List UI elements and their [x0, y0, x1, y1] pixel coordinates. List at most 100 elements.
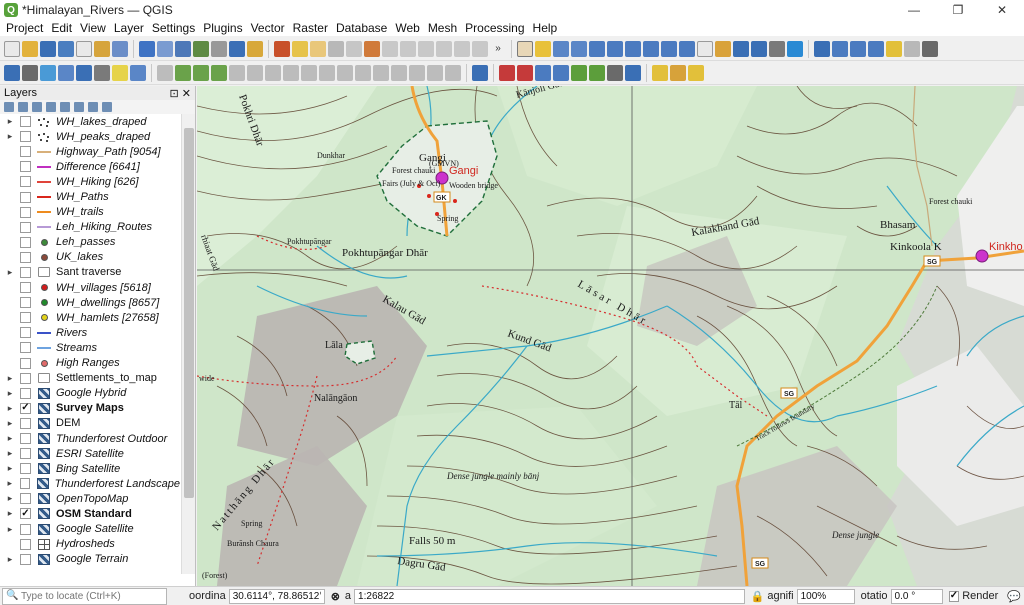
layer-visibility-checkbox[interactable] [20, 282, 31, 294]
layer-visibility-checkbox[interactable] [20, 493, 31, 505]
save-as-icon[interactable] [58, 40, 74, 57]
layer-visibility-checkbox[interactable] [20, 463, 31, 475]
zoom-selection-icon[interactable] [607, 40, 623, 57]
vertex-tool-icon[interactable] [364, 40, 380, 57]
new-print-layout-icon[interactable] [76, 40, 92, 57]
plugin-d-icon[interactable] [553, 64, 569, 81]
scale-field[interactable] [354, 588, 745, 604]
manage-themes-icon[interactable] [32, 102, 42, 112]
identify-move-icon[interactable] [157, 40, 173, 57]
layer-tree-scrollbar[interactable] [181, 114, 195, 574]
layer-row[interactable]: Streams [0, 340, 180, 355]
identify-features-icon[interactable] [4, 64, 20, 81]
add-polygon-icon[interactable] [211, 64, 227, 81]
menu-raster[interactable]: Raster [293, 21, 328, 35]
preview-pinned-icon[interactable] [868, 40, 884, 57]
layer-visibility-checkbox[interactable] [20, 387, 31, 399]
plugin-a-icon[interactable] [499, 64, 515, 81]
layer-visibility-checkbox[interactable] [20, 176, 31, 188]
open-layer-styling-icon[interactable] [4, 102, 14, 112]
open-project-icon[interactable] [22, 40, 38, 57]
filter-expression-icon[interactable] [60, 102, 70, 112]
layer-visibility-checkbox[interactable] [20, 312, 31, 324]
layer-visibility-checkbox[interactable] [20, 372, 31, 384]
more-tools-icon[interactable]: » [490, 41, 506, 57]
map-svg[interactable]: Gangi Gangi (GMVN) Forest chauki Fairs (… [197, 86, 1024, 586]
rotate-label-icon[interactable] [904, 40, 920, 57]
offset-curve-icon[interactable] [391, 64, 407, 81]
layer-row[interactable]: ▸ WH_lakes_draped [0, 114, 180, 129]
expand-arrow-icon[interactable]: ▸ [5, 267, 15, 278]
split-parts-icon[interactable] [427, 64, 443, 81]
processing-toolbox-icon[interactable] [40, 64, 56, 81]
globe-icon[interactable] [607, 64, 623, 81]
layout-manager-icon[interactable] [94, 40, 110, 57]
zoom-layer-icon[interactable] [625, 40, 641, 57]
panel-controls-icon[interactable]: ⊡ ✕ [170, 87, 192, 100]
layer-row[interactable]: WH_hamlets [27658] [0, 310, 180, 325]
menu-layer[interactable]: Layer [114, 21, 144, 35]
remove-layer-icon[interactable] [102, 102, 112, 112]
layer-visibility-checkbox[interactable] [20, 297, 31, 309]
maximize-button[interactable]: ❐ [936, 0, 980, 20]
merge-features-icon[interactable] [445, 64, 461, 81]
expand-arrow-icon[interactable]: ▸ [5, 463, 15, 474]
layer-visibility-checkbox[interactable] [20, 146, 31, 158]
digitize-icon[interactable] [193, 40, 209, 57]
paste-features-icon[interactable] [436, 40, 452, 57]
expand-arrow-icon[interactable]: ▸ [5, 403, 15, 414]
layer-visibility-checkbox[interactable] [20, 131, 31, 143]
expand-arrow-icon[interactable]: ▸ [5, 388, 15, 399]
layer-visibility-checkbox[interactable] [20, 433, 31, 445]
delete-ring-icon[interactable] [337, 64, 353, 81]
plugin-f-icon[interactable] [589, 64, 605, 81]
menu-vector[interactable]: Vector [251, 21, 285, 35]
layer-visibility-checkbox[interactable] [20, 327, 31, 339]
layer-row[interactable]: WH_trails [0, 205, 180, 220]
toggle-extents-icon[interactable]: ⊗ [331, 590, 340, 603]
digitize-line-icon[interactable] [328, 40, 344, 57]
expand-all-icon[interactable] [74, 102, 84, 112]
layer-visibility-checkbox[interactable] [20, 553, 31, 565]
simplify-feature-icon[interactable] [265, 64, 281, 81]
layer-row[interactable]: High Ranges [0, 356, 180, 371]
pan-map-icon[interactable] [517, 40, 533, 57]
layer-row[interactable]: Highway_Path [9054] [0, 144, 180, 159]
select-rectangle-icon[interactable] [652, 64, 668, 81]
measure-line-icon[interactable] [94, 64, 110, 81]
layer-row[interactable]: Leh_passes [0, 235, 180, 250]
table-icon[interactable] [76, 64, 92, 81]
delete-selected-icon[interactable] [382, 40, 398, 57]
locator-search-input[interactable] [2, 587, 167, 605]
new-map-view-icon[interactable] [697, 40, 713, 57]
layer-visibility-checkbox[interactable]: ✓ [20, 402, 31, 414]
save-edits-icon[interactable] [310, 40, 326, 57]
expand-arrow-icon[interactable]: ▸ [5, 478, 15, 489]
layer-visibility-checkbox[interactable] [20, 538, 31, 550]
expand-arrow-icon[interactable]: ▸ [5, 116, 15, 127]
close-button[interactable]: ✕ [980, 0, 1024, 20]
coordinate-field[interactable] [228, 588, 325, 604]
add-part-icon[interactable] [301, 64, 317, 81]
menu-mesh[interactable]: Mesh [428, 21, 457, 35]
layer-visibility-checkbox[interactable] [20, 191, 31, 203]
menu-processing[interactable]: Processing [465, 21, 524, 35]
layer-row[interactable]: WH_Paths [0, 189, 180, 204]
search-features-icon[interactable] [130, 64, 146, 81]
expand-arrow-icon[interactable]: ▸ [5, 433, 15, 444]
show-bookmarks-icon[interactable] [751, 40, 767, 57]
layer-visibility-checkbox[interactable] [20, 251, 31, 263]
layer-row[interactable]: WH_villages [5618] [0, 280, 180, 295]
expand-arrow-icon[interactable]: ▸ [5, 508, 15, 519]
label-toolbar-icon[interactable] [814, 40, 830, 57]
expand-arrow-icon[interactable]: ▸ [5, 554, 15, 565]
layer-row[interactable]: ▸ ✓ Survey Maps [0, 401, 180, 416]
delete-part-icon[interactable] [355, 64, 371, 81]
zoom-next-icon[interactable] [679, 40, 695, 57]
zoom-native-icon[interactable] [643, 40, 659, 57]
add-line-icon[interactable] [193, 64, 209, 81]
open-attribute-table-icon[interactable] [22, 64, 38, 81]
add-group-icon[interactable] [18, 102, 28, 112]
magnifier-field[interactable] [796, 588, 855, 604]
layer-row[interactable]: ▸ ESRI Satellite [0, 446, 180, 461]
